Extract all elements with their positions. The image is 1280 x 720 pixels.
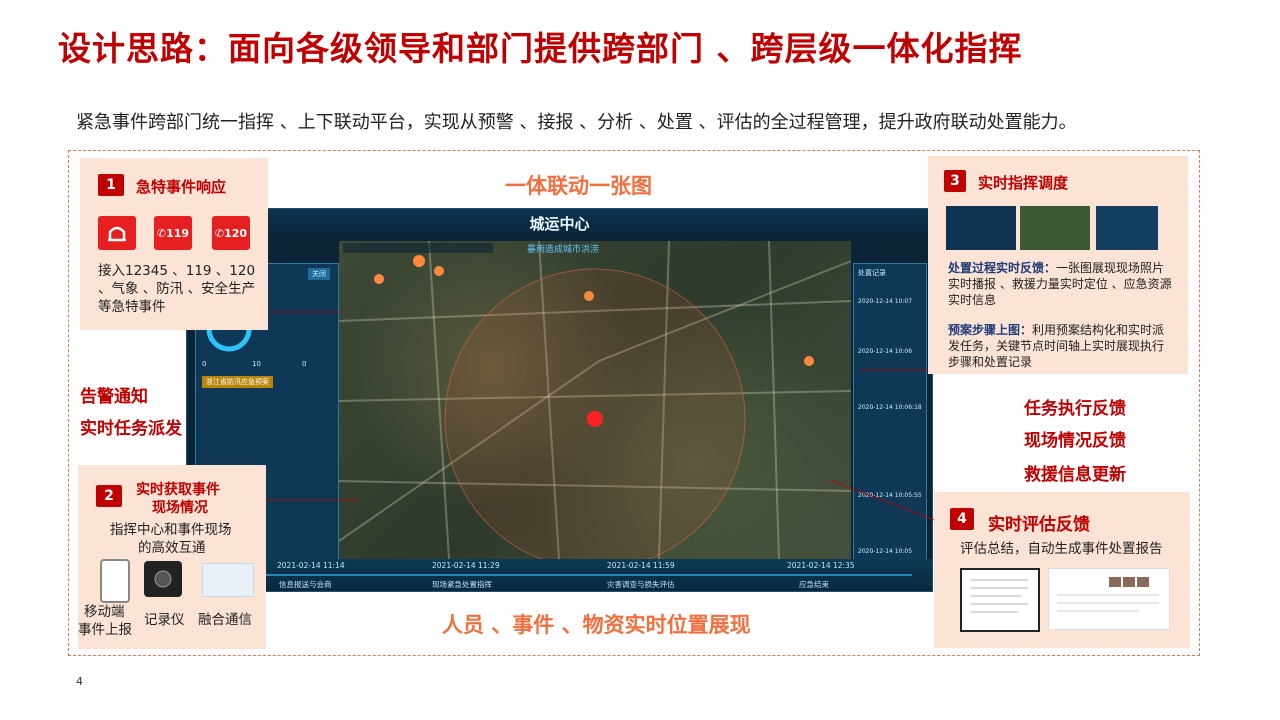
connector-lines (266, 311, 935, 521)
page-number: 4 (76, 675, 83, 688)
